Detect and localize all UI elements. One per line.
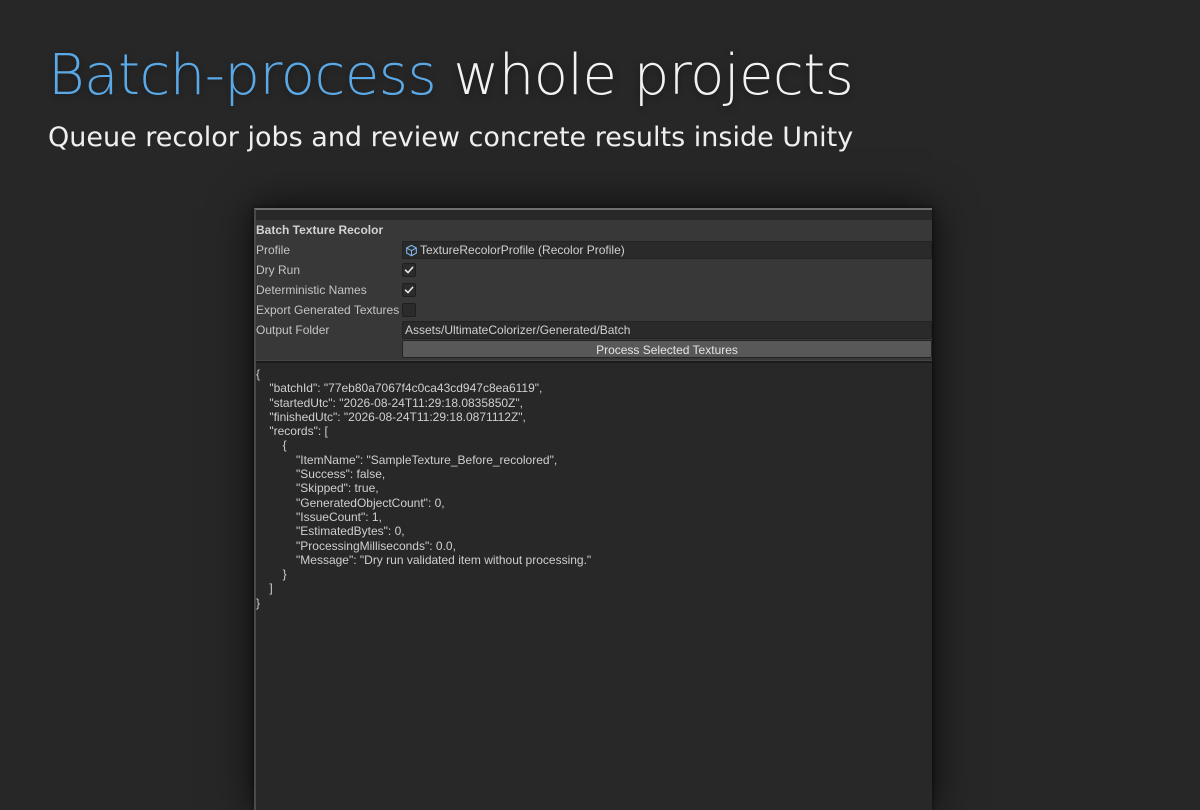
output-folder-field-row: Output Folder Assets/UltimateColorizer/G…	[256, 320, 932, 340]
export-generated-textures-checkbox[interactable]	[402, 303, 416, 317]
window-header	[256, 210, 932, 220]
json-output-line: "IssueCount": 1,	[256, 509, 382, 524]
process-selected-textures-button[interactable]: Process Selected Textures	[402, 340, 932, 358]
process-button-row: Process Selected Textures	[256, 340, 932, 360]
scriptable-object-icon	[406, 244, 417, 256]
deterministic-names-value-container	[402, 281, 932, 299]
hero-title-accent: Batch-process	[48, 43, 437, 108]
batch-recolor-window: Batch Texture Recolor Profile TextureRec…	[254, 208, 932, 810]
hero: Batch-process whole projects Queue recol…	[48, 40, 1148, 156]
output-folder-value-container: Assets/UltimateColorizer/Generated/Batch	[402, 321, 932, 339]
json-output-line: {	[256, 367, 261, 381]
json-output-line: }	[256, 567, 287, 582]
export-generated-textures-label: Export Generated Textures	[256, 303, 400, 317]
button-row-spacer	[256, 340, 400, 360]
json-output-line: "finishedUtc": "2026-08-24T11:29:18.0871…	[256, 409, 526, 424]
checkmark-icon	[404, 286, 414, 294]
json-output-line: "GeneratedObjectCount": 0,	[256, 495, 445, 510]
json-output-line: }	[256, 595, 261, 610]
hero-title: Batch-process whole projects	[48, 40, 1148, 112]
inspector-panel: Batch Texture Recolor Profile TextureRec…	[256, 220, 932, 360]
json-output-line: {	[256, 438, 287, 453]
output-folder-value: Assets/UltimateColorizer/Generated/Batch	[405, 323, 631, 337]
export-generated-textures-field-row: Export Generated Textures	[256, 300, 932, 320]
json-output-line: "Message": "Dry run validated item witho…	[256, 552, 592, 567]
hero-title-rest: whole projects	[436, 43, 854, 108]
output-folder-label: Output Folder	[256, 323, 330, 337]
section-title: Batch Texture Recolor	[256, 223, 384, 237]
dry-run-checkbox[interactable]	[402, 263, 416, 277]
checkmark-icon	[404, 266, 414, 274]
json-output-line: "EstimatedBytes": 0,	[256, 524, 405, 539]
json-output-line: "startedUtc": "2026-08-24T11:29:18.08358…	[256, 395, 523, 410]
json-output-line: "records": [	[256, 424, 328, 439]
json-output-line: "batchId": "77eb80a7067f4c0ca43cd947c8ea…	[256, 381, 543, 396]
deterministic-names-checkbox[interactable]	[402, 283, 416, 297]
profile-field-row: Profile TextureRecolorProfile (Recolor P…	[256, 240, 932, 260]
dry-run-field-row: Dry Run	[256, 260, 932, 280]
profile-value-container: TextureRecolorProfile (Recolor Profile)	[402, 241, 932, 259]
dry-run-value-container	[402, 261, 932, 279]
dry-run-label: Dry Run	[256, 263, 301, 277]
output-folder-input[interactable]: Assets/UltimateColorizer/Generated/Batch	[402, 321, 932, 339]
deterministic-names-field-row: Deterministic Names	[256, 280, 932, 300]
profile-value: TextureRecolorProfile (Recolor Profile)	[420, 243, 625, 257]
json-output-line: "ItemName": "SampleTexture_Before_recolo…	[256, 452, 558, 467]
export-generated-textures-value-container	[402, 301, 932, 319]
json-output-line: "Skipped": true,	[256, 481, 379, 496]
profile-label: Profile	[256, 243, 291, 257]
profile-object-field[interactable]: TextureRecolorProfile (Recolor Profile)	[402, 241, 932, 259]
hero-subtitle: Queue recolor jobs and review concrete r…	[48, 122, 854, 153]
json-output-line: ]	[256, 581, 273, 596]
json-output-area: { "batchId": "77eb80a7067f4c0ca43cd947c8…	[256, 363, 932, 611]
json-output-line: "Success": false,	[256, 467, 386, 482]
json-output-line: "ProcessingMilliseconds": 0.0,	[256, 538, 456, 553]
deterministic-names-label: Deterministic Names	[256, 283, 367, 297]
